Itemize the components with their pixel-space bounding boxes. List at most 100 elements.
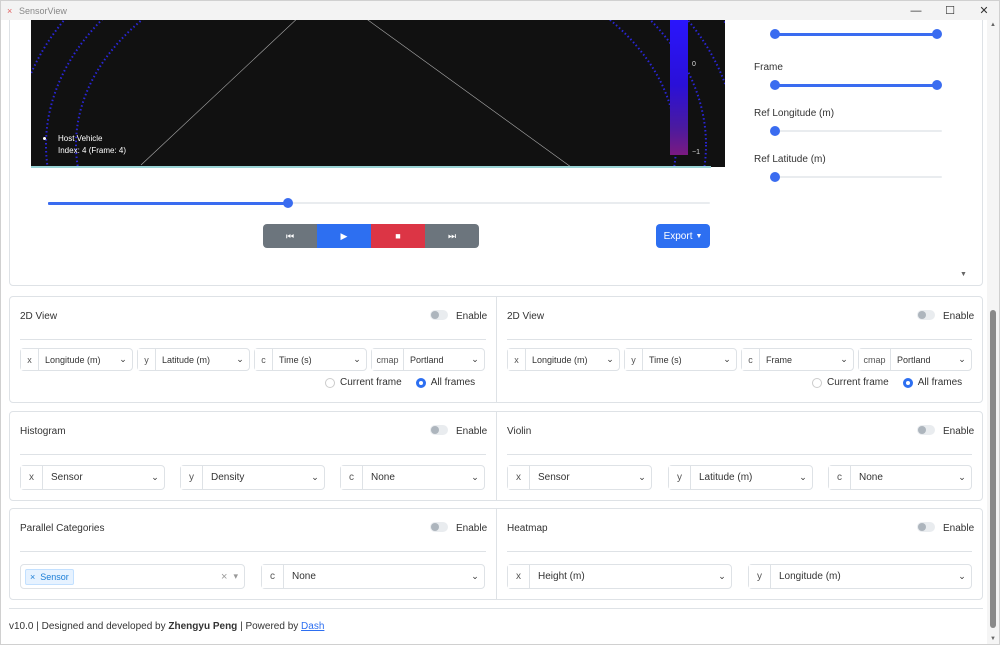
enable-toggle[interactable] (430, 522, 448, 532)
toggle-knob (431, 311, 439, 319)
x-value: Sensor (538, 472, 570, 483)
close-button[interactable]: ✕ (967, 1, 999, 20)
enable-toggle[interactable] (917, 310, 935, 320)
y-axis-dropdown[interactable]: y Time (s) ⌄ (624, 348, 737, 371)
legend-item: Host Vehicle (58, 134, 103, 143)
play-button[interactable]: ▶ (317, 224, 371, 248)
frame-knob-min[interactable] (770, 80, 780, 90)
frame-radio-group: Current frame All frames (812, 377, 976, 388)
ref-latitude-knob[interactable] (770, 172, 780, 182)
chevron-down-icon: ⌄ (471, 571, 479, 581)
ref-longitude-slider[interactable] (770, 124, 942, 138)
color-dropdown[interactable]: c Frame ⌄ (741, 348, 854, 371)
frame-knob-max[interactable] (932, 80, 942, 90)
timeline-slider[interactable] (48, 196, 710, 210)
timeline-knob[interactable] (282, 198, 293, 208)
toggle-knob (918, 523, 926, 531)
top-range-slider[interactable] (770, 27, 942, 41)
radio-current-frame-label: Current frame (827, 377, 889, 388)
plot-legend: Host Vehicle Index: 4 (Frame: 4) (43, 133, 126, 157)
scrollbar-thumb[interactable] (990, 310, 996, 628)
panel-heatmap: Heatmap Enable x Height (m) ⌄ y Longitud… (496, 509, 982, 599)
y-axis-dropdown[interactable]: y Latitude (m) ⌄ (137, 348, 250, 371)
color-dropdown[interactable]: c None ⌄ (261, 564, 485, 589)
cmap-dropdown[interactable]: cmap Portland ⌄ (371, 348, 485, 371)
cmap-prefix: cmap (859, 349, 891, 370)
visualization-card: 0 −1 Host Vehicle Index: 4 (Frame: 4) ⏮ … (9, 20, 983, 286)
color-dropdown[interactable]: c None ⌄ (340, 465, 485, 490)
enable-toggle[interactable] (430, 310, 448, 320)
toggle-knob (431, 523, 439, 531)
stop-button[interactable]: ■ (371, 224, 425, 248)
export-button[interactable]: Export ▼ (656, 224, 710, 248)
panel-divider (507, 551, 972, 552)
caret-down-icon[interactable]: ▾ (233, 571, 238, 582)
ref-longitude-knob[interactable] (770, 126, 780, 136)
skip-first-button[interactable]: ⏮ (263, 224, 317, 248)
chevron-down-icon: ⌄ (958, 571, 966, 581)
chevron-down-icon: ⌄ (638, 472, 646, 482)
y-axis-dropdown[interactable]: y Longitude (m) ⌄ (748, 564, 972, 589)
y-axis-dropdown[interactable]: y Latitude (m) ⌄ (668, 465, 813, 490)
color-dropdown[interactable]: c Time (s) ⌄ (254, 348, 367, 371)
colorbar-tick-0: 0 (692, 61, 696, 68)
enable-label: Enable (943, 523, 975, 534)
version-text: v10.0 (9, 621, 34, 632)
sidebar-scroll-down-icon[interactable]: ▼ (960, 271, 967, 278)
chevron-down-icon: ⌄ (958, 472, 966, 482)
scroll-down-icon[interactable]: ▼ (989, 636, 997, 642)
tag-remove-icon[interactable]: × (30, 572, 35, 582)
enable-toggle[interactable] (917, 425, 935, 435)
page-scrollbar[interactable]: ▲ ▼ (987, 20, 999, 644)
ref-latitude-slider[interactable] (770, 170, 942, 184)
cmap-value: Portland (897, 354, 931, 365)
toggle-knob (431, 426, 439, 434)
top-range-knob-max[interactable] (932, 29, 942, 39)
chevron-down-icon: ⌄ (471, 354, 479, 364)
c-prefix: c (742, 349, 760, 370)
x-axis-dropdown[interactable]: x Longitude (m) ⌄ (20, 348, 133, 371)
title-bar: × SensorView — ☐ ✕ (1, 1, 999, 20)
cmap-dropdown[interactable]: cmap Portland ⌄ (858, 348, 972, 371)
panel-parallel-categories: Parallel Categories Enable × Sensor × ▾ (10, 509, 496, 599)
c-prefix: c (829, 466, 851, 489)
panel-divider (507, 339, 972, 340)
y-prefix: y (669, 466, 691, 489)
enable-toggle[interactable] (430, 425, 448, 435)
x-axis-dropdown[interactable]: x Sensor ⌄ (507, 465, 652, 490)
radio-current-frame[interactable] (325, 377, 335, 388)
footer-divider (9, 608, 983, 609)
minimize-button[interactable]: — (899, 1, 933, 20)
frame-range-slider[interactable] (770, 78, 942, 92)
x-prefix: x (21, 466, 43, 489)
window-controls: — ☐ ✕ (899, 1, 999, 20)
tag-container: × Sensor (21, 568, 74, 585)
playback-controls: ⏮ ▶ ■ ⏭ (263, 224, 479, 248)
panel-divider (20, 339, 486, 340)
dash-link[interactable]: Dash (301, 621, 324, 632)
panel-title: Violin (507, 426, 532, 437)
scroll-up-icon[interactable]: ▲ (989, 22, 997, 28)
scatter-plot[interactable]: 0 −1 Host Vehicle Index: 4 (Frame: 4) (31, 20, 725, 167)
tag-sensor: × Sensor (25, 568, 74, 585)
clear-icon[interactable]: × (221, 571, 227, 583)
dimensions-multiselect[interactable]: × Sensor × ▾ (20, 564, 245, 589)
chevron-down-icon: ⌄ (236, 354, 244, 364)
y-axis-dropdown[interactable]: y Density ⌄ (180, 465, 325, 490)
x-axis-dropdown[interactable]: x Sensor ⌄ (20, 465, 165, 490)
maximize-button[interactable]: ☐ (933, 1, 967, 20)
y-value: Latitude (m) (699, 472, 753, 483)
radio-current-frame[interactable] (812, 377, 822, 388)
radio-all-frames[interactable] (415, 377, 426, 388)
enable-toggle[interactable] (917, 522, 935, 532)
radio-all-frames[interactable] (902, 377, 913, 388)
frame-radio-group: Current frame All frames (325, 377, 489, 388)
ref-latitude-label: Ref Latitude (m) (754, 154, 826, 165)
color-dropdown[interactable]: c None ⌄ (828, 465, 972, 490)
x-axis-dropdown[interactable]: x Longitude (m) ⌄ (507, 348, 620, 371)
top-range-knob-min[interactable] (770, 29, 780, 39)
panel-divider (20, 454, 486, 455)
x-axis-dropdown[interactable]: x Height (m) ⌄ (507, 564, 732, 589)
skip-last-button[interactable]: ⏭ (425, 224, 479, 248)
x-prefix: x (508, 349, 526, 370)
